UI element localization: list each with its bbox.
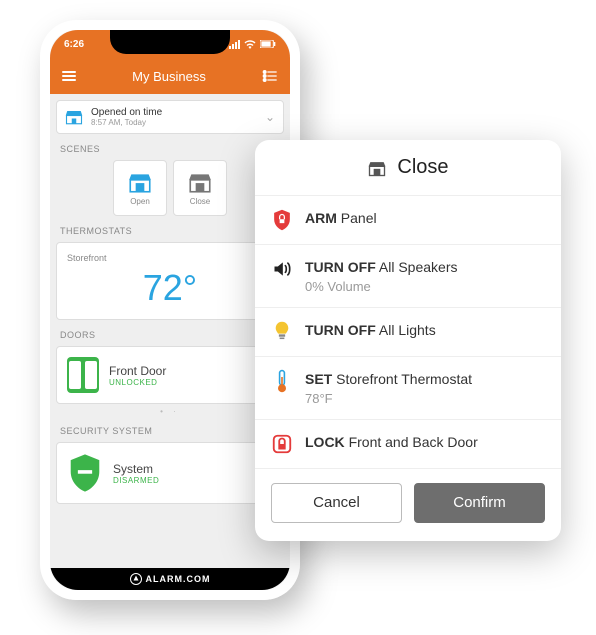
- action-thermostat: SET Storefront Thermostat 78°F: [255, 357, 561, 420]
- scene-close[interactable]: Close: [173, 160, 227, 216]
- cancel-button[interactable]: Cancel: [271, 483, 402, 523]
- screen: 6:26 My Business Opened on time 8:57 AM,…: [50, 30, 290, 590]
- brand-bar: ALARM.COM: [50, 568, 290, 590]
- thermostat-location: Storefront: [67, 253, 273, 263]
- page-dots: • ·: [56, 407, 284, 416]
- action-lock: LOCK Front and Back Door: [255, 420, 561, 469]
- store-close-icon: [187, 171, 213, 193]
- scene-open[interactable]: Open: [113, 160, 167, 216]
- scene-close-label: Close: [190, 197, 210, 206]
- thermostats-label: THERMOSTATS: [60, 226, 280, 236]
- action-arm: ARM Panel: [255, 196, 561, 245]
- store-icon: [65, 109, 83, 125]
- security-label: SECURITY SYSTEM: [60, 426, 280, 436]
- thermometer-icon: [273, 369, 291, 393]
- notch: [110, 30, 230, 54]
- doors-label: DOORS: [60, 330, 280, 340]
- security-card[interactable]: System DISARMED: [56, 442, 284, 504]
- action-speakers: TURN OFF All Speakers 0% Volume: [255, 245, 561, 308]
- scene-menu-icon[interactable]: [262, 69, 278, 83]
- security-name: System: [113, 462, 159, 476]
- shield-armed-icon: [272, 209, 292, 231]
- thermostat-card[interactable]: ❄ Storefront 72° ⌃ ⌄: [56, 242, 284, 320]
- door-status: UNLOCKED: [109, 378, 166, 387]
- scenes-label: SCENES: [60, 144, 280, 154]
- shield-icon: [67, 453, 103, 493]
- lock-icon: [271, 433, 293, 455]
- app-title: My Business: [132, 69, 206, 84]
- close-scene-modal: Close ARM Panel TURN OFF All Speakers 0%…: [255, 140, 561, 541]
- wifi-icon: [244, 39, 256, 49]
- store-open-icon: [127, 171, 153, 193]
- thermostat-temp: 72°: [67, 267, 273, 309]
- menu-icon[interactable]: [62, 71, 76, 81]
- door-icon: [67, 357, 99, 393]
- speaker-icon: [271, 259, 293, 279]
- alert-subtitle: 8:57 AM, Today: [91, 118, 162, 127]
- chevron-down-icon: ⌄: [265, 110, 275, 124]
- security-status: DISARMED: [113, 476, 159, 485]
- confirm-button[interactable]: Confirm: [414, 483, 545, 523]
- door-card[interactable]: Front Door UNLOCKED: [56, 346, 284, 404]
- door-name: Front Door: [109, 364, 166, 378]
- signal-icon: [229, 40, 240, 49]
- clock: 6:26: [64, 39, 84, 50]
- action-lights: TURN OFF All Lights: [255, 308, 561, 357]
- store-close-icon: [367, 159, 387, 177]
- lightbulb-icon: [273, 321, 291, 343]
- alert-title: Opened on time: [91, 107, 162, 118]
- modal-title: Close: [397, 156, 448, 179]
- speakers-sub: 0% Volume: [305, 279, 457, 294]
- alert-banner[interactable]: Opened on time 8:57 AM, Today ⌄: [56, 100, 284, 134]
- thermo-sub: 78°F: [305, 391, 472, 406]
- brand-text: ALARM.COM: [146, 574, 211, 584]
- scene-open-label: Open: [130, 197, 150, 206]
- modal-header: Close: [255, 140, 561, 196]
- app-bar: My Business: [50, 58, 290, 94]
- brand-logo-icon: [130, 573, 142, 585]
- battery-icon: [260, 40, 276, 48]
